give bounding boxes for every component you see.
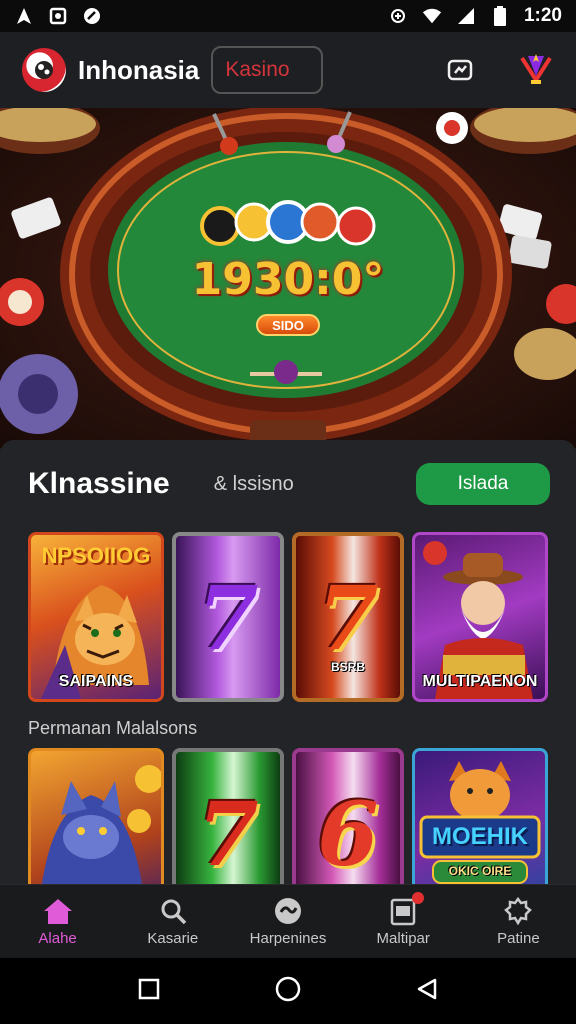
- game-row-featured: NPSOIIOG SAIPAINS 7 7 BSRB MULTIPAENON: [28, 532, 548, 702]
- game-title-top: MOEHIK: [432, 823, 528, 850]
- reel-label: BSRB: [330, 660, 365, 674]
- home-button-icon[interactable]: [274, 975, 302, 1008]
- nav-item-games[interactable]: Harpenines: [230, 885, 345, 958]
- jackpot-amount: 1930:0°: [191, 254, 385, 305]
- back-icon[interactable]: [415, 977, 439, 1006]
- game-title-bottom: OKIC OIRE: [448, 864, 512, 878]
- games-panel: Klnassine & lssisno Islada NPSOIIOG SAIP…: [0, 440, 576, 918]
- section-title: Klnassine: [28, 467, 170, 500]
- slot-symbol: 7: [197, 782, 259, 886]
- category-selector[interactable]: Kasino: [211, 46, 324, 94]
- battery-icon: [490, 6, 510, 26]
- slot-symbol: 7: [317, 566, 379, 670]
- clipboard-icon: [388, 892, 425, 926]
- chip-icon: [273, 896, 303, 926]
- top-app-bar: Inhonasia Kasino: [0, 32, 576, 108]
- nav-label: Harpenines: [249, 930, 327, 947]
- wallet-icon[interactable]: [442, 52, 478, 88]
- game-tile-cowboy[interactable]: MULTIPAENON: [412, 532, 548, 702]
- nav-label: Kasarie: [147, 930, 199, 947]
- nav-label: Maltipar: [376, 930, 430, 947]
- section-header: Klnassine & lssisno Islada: [28, 462, 550, 506]
- wifi-icon: [422, 6, 442, 26]
- nav-label: Alahe: [38, 930, 77, 947]
- trophy-icon[interactable]: [518, 52, 554, 88]
- nav-item-settings[interactable]: Patine: [461, 885, 576, 958]
- game-title-bottom: SAIPAINS: [58, 673, 134, 690]
- photo-icon: [48, 6, 68, 26]
- bottom-navigation: Alahe Kasarie Harpenines Maltipar Patine: [0, 884, 576, 958]
- slot-symbol: 6: [317, 782, 379, 886]
- section-subtitle[interactable]: & lssisno: [214, 473, 294, 496]
- nav-label: Patine: [497, 930, 540, 947]
- game-title-bottom: MULTIPAENON: [422, 673, 538, 690]
- hero-banner[interactable]: 1930:0° SIDO: [0, 108, 576, 448]
- search-icon: [158, 896, 188, 926]
- game-tile-tiger[interactable]: NPSOIIOG SAIPAINS: [28, 532, 164, 702]
- sub-heading: Permanan Malalsons: [28, 718, 198, 738]
- status-bar: 1:20: [0, 0, 576, 32]
- section-action-button[interactable]: Islada: [416, 463, 550, 505]
- game-title-top: NPSOIIOG: [41, 543, 151, 568]
- data-saver-icon: [388, 6, 408, 26]
- nav-item-home[interactable]: Alahe: [0, 885, 115, 958]
- slot-symbol: 7: [197, 566, 259, 670]
- system-navigation-bar: [0, 958, 576, 1024]
- app-logo[interactable]: [22, 48, 66, 92]
- notification-badge: [412, 892, 425, 904]
- signal-icon: [456, 6, 476, 26]
- game-tile-purple-seven[interactable]: 7: [172, 532, 284, 702]
- clock: 1:20: [523, 5, 562, 26]
- app-title: Inhonasia: [78, 54, 200, 85]
- nav-item-search[interactable]: Kasarie: [115, 885, 230, 958]
- game-tile-red-seven[interactable]: 7 BSRB: [292, 532, 404, 702]
- sync-icon: [82, 6, 102, 26]
- navigation-icon: [14, 6, 34, 26]
- home-icon: [43, 896, 73, 926]
- casino-app: 1:20 Inhonasia Kasino 1930:0° SIDO Klnas…: [0, 0, 576, 1024]
- nav-item-multiplayer[interactable]: Maltipar: [346, 885, 461, 958]
- settings-icon: [503, 896, 533, 926]
- recents-icon[interactable]: [137, 977, 161, 1006]
- hero-action-button[interactable]: SIDO: [256, 314, 320, 336]
